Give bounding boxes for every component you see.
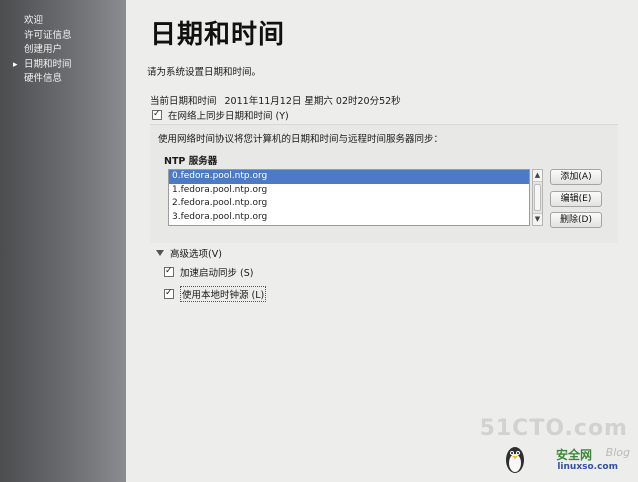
expander-triangle-icon[interactable] — [156, 250, 164, 256]
server-list-scrollbar[interactable]: ▲ ▼ — [532, 169, 543, 226]
local-clock-label: 使用本地时钟源 (L) — [180, 286, 267, 302]
checkbox-checked-icon[interactable] — [164, 287, 174, 299]
checkbox-checked-icon[interactable] — [164, 265, 174, 277]
fast-sync-checkbox[interactable]: 加速启动同步 (S) — [164, 265, 253, 279]
current-datetime-value: 2011年11月12日 星期六 02时20分52秒 — [224, 96, 401, 107]
watermark: 51CTO.com 安全网 Blog linuxso.com — [480, 416, 632, 478]
server-list-item[interactable]: 2.fedora.pool.ntp.org — [169, 197, 529, 211]
server-list-item[interactable]: 3.fedora.pool.ntp.org — [169, 211, 529, 225]
main-content: 日期和时间 请为系统设置日期和时间。 当前日期和时间 2011年11月12日 星期… — [126, 0, 638, 482]
sidebar-item-date-time[interactable]: 日期和时间 — [0, 58, 126, 73]
local-clock-checkbox[interactable]: 使用本地时钟源 (L) — [164, 286, 267, 302]
page-title: 日期和时间 — [150, 20, 286, 50]
watermark-url: linuxso.com — [557, 462, 618, 472]
ntp-panel: 使用网络时间协议将您计算机的日期和时间与远程时间服务器同步： NTP 服务器 0… — [150, 124, 618, 243]
penguin-logo-icon — [506, 447, 524, 473]
watermark-tagline: 安全网 — [555, 448, 592, 462]
page-subtitle: 请为系统设置日期和时间。 — [147, 67, 262, 78]
scroll-thumb[interactable] — [534, 184, 541, 211]
fast-sync-label: 加速启动同步 (S) — [180, 268, 254, 279]
current-datetime-label: 当前日期和时间 — [150, 96, 217, 107]
network-sync-checkbox[interactable]: 在网络上同步日期和时间 (Y) — [152, 108, 289, 122]
checkbox-checked-icon[interactable] — [152, 108, 162, 120]
scroll-down-icon[interactable]: ▼ — [533, 213, 542, 225]
scroll-up-icon[interactable]: ▲ — [533, 170, 542, 182]
edit-server-button[interactable]: 编辑(E) — [550, 191, 602, 207]
sidebar-item-create-user[interactable]: 创建用户 — [0, 43, 126, 58]
watermark-site: 51CTO.com — [479, 416, 628, 441]
sidebar-item-welcome[interactable]: 欢迎 — [0, 14, 126, 29]
network-sync-label: 在网络上同步日期和时间 (Y) — [168, 111, 289, 122]
sidebar-item-license[interactable]: 许可证信息 — [0, 29, 126, 44]
sidebar: 欢迎 许可证信息 创建用户 日期和时间 硬件信息 — [0, 0, 126, 482]
server-list-item[interactable]: 0.fedora.pool.ntp.org — [169, 170, 529, 184]
current-datetime: 当前日期和时间 2011年11月12日 星期六 02时20分52秒 — [150, 93, 401, 107]
ntp-description: 使用网络时间协议将您计算机的日期和时间与远程时间服务器同步： — [158, 134, 444, 145]
sidebar-item-hardware[interactable]: 硬件信息 — [0, 72, 126, 87]
advanced-options-expander[interactable]: 高级选项(V) — [156, 246, 222, 260]
advanced-options-label: 高级选项(V) — [170, 249, 222, 260]
ntp-server-list[interactable]: 0.fedora.pool.ntp.org 1.fedora.pool.ntp.… — [168, 169, 530, 226]
server-list-item[interactable]: 1.fedora.pool.ntp.org — [169, 184, 529, 198]
add-server-button[interactable]: 添加(A) — [550, 169, 602, 185]
delete-server-button[interactable]: 删除(D) — [550, 212, 602, 228]
ntp-servers-label: NTP 服务器 — [164, 156, 218, 167]
watermark-blog: Blog — [605, 446, 630, 459]
